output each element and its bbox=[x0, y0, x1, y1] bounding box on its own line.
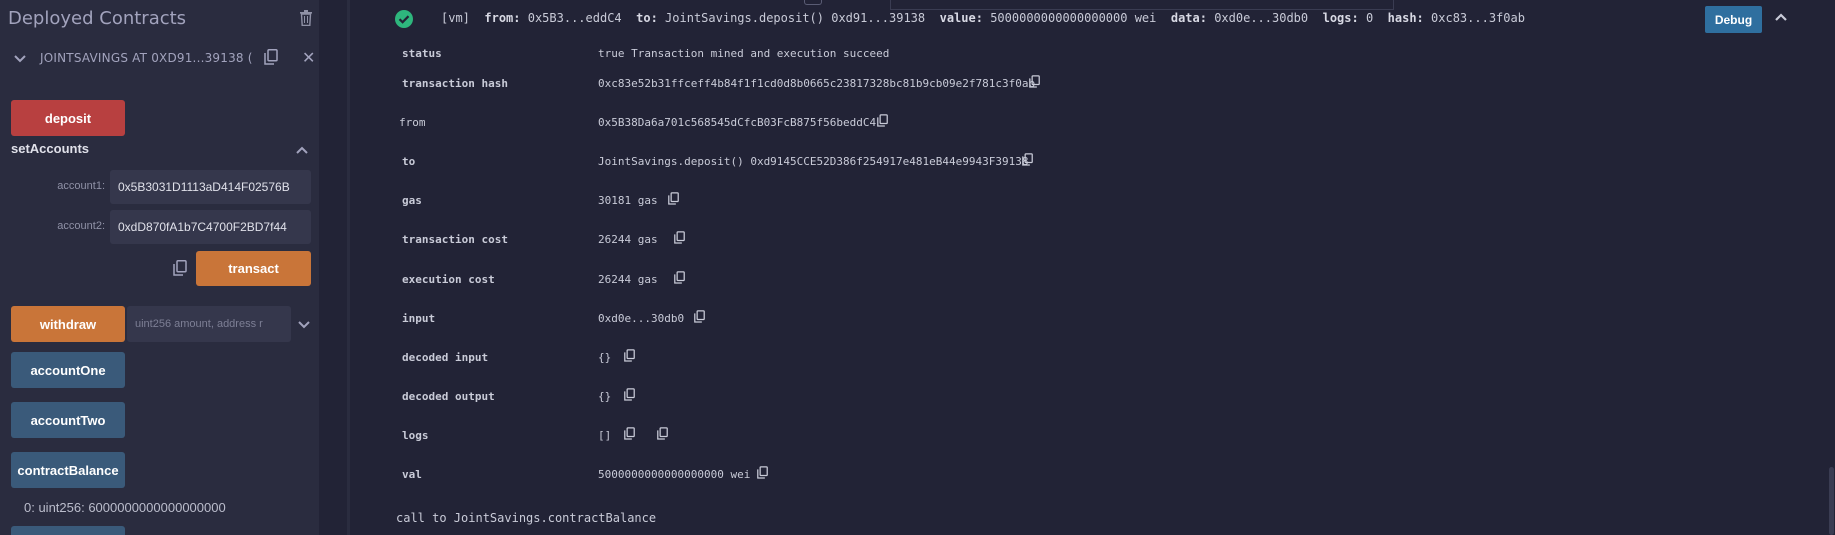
row-key-status: status bbox=[402, 47, 442, 60]
panel-divider bbox=[319, 0, 347, 535]
log-from-val: 0x5B3...eddC4 bbox=[527, 11, 622, 25]
row-key-decoded-input: decoded input bbox=[402, 351, 489, 364]
account1-label: account1: bbox=[57, 180, 105, 192]
log-logs-key: logs: bbox=[1322, 11, 1359, 25]
copy-icon[interactable] bbox=[877, 114, 888, 127]
copy-icon[interactable] bbox=[624, 427, 635, 440]
debug-button[interactable]: Debug bbox=[1705, 6, 1762, 33]
tx-log-header[interactable]: [vm] from: 0x5B3...eddC4 to: JointSaving… bbox=[441, 11, 1525, 25]
copy-icon[interactable] bbox=[624, 349, 635, 362]
log-data-val: 0xd0e...30db0 bbox=[1214, 11, 1309, 25]
row-key-logs: logs bbox=[402, 429, 429, 442]
setaccounts-title: setAccounts bbox=[11, 141, 90, 156]
row-val-input: 0xd0e...30db0 bbox=[598, 312, 685, 325]
row-val-decoded-output: {} bbox=[598, 390, 612, 403]
copy-icon[interactable] bbox=[264, 49, 278, 65]
call-log-line[interactable]: call to JointSavings.contractBalance bbox=[396, 511, 656, 525]
withdraw-button[interactable]: withdraw bbox=[11, 306, 125, 342]
top-checkbox[interactable] bbox=[804, 0, 822, 5]
log-data-key: data: bbox=[1170, 11, 1207, 25]
row-key-gas: gas bbox=[402, 194, 422, 207]
copy-icon[interactable] bbox=[694, 310, 705, 323]
row-key-to: to bbox=[402, 155, 416, 168]
row-val-from: 0x5B38Da6a701c568545dCfcB03FcB875f56bedd… bbox=[598, 116, 877, 129]
log-hash-key: hash: bbox=[1387, 11, 1424, 25]
copy-icon[interactable] bbox=[674, 231, 685, 244]
chevron-up-icon[interactable] bbox=[1774, 12, 1788, 22]
chevron-down-icon[interactable] bbox=[297, 318, 311, 332]
log-value-key: value: bbox=[939, 11, 983, 25]
account2-input[interactable]: 0xdD870fA1b7C4700F2BD7f44 bbox=[110, 210, 311, 244]
deployed-contracts-panel: Deployed Contracts JOINTSAVINGS AT 0XD91… bbox=[0, 0, 319, 535]
terminal-panel: [vm] from: 0x5B3...eddC4 to: JointSaving… bbox=[350, 0, 1835, 535]
copy-icon[interactable] bbox=[668, 192, 679, 205]
withdraw-params-input[interactable]: uint256 amount, address r bbox=[127, 306, 291, 342]
transact-button[interactable]: transact bbox=[196, 251, 311, 286]
close-icon[interactable]: ✕ bbox=[302, 50, 315, 66]
row-key-transaction-hash: transaction hash bbox=[402, 77, 508, 90]
row-val-logs: [] bbox=[598, 429, 612, 442]
log-tag: [vm] bbox=[441, 11, 470, 25]
row-val-gas: 30181 gas bbox=[598, 194, 658, 207]
chevron-down-icon[interactable] bbox=[13, 52, 27, 66]
row-key-from: from bbox=[399, 116, 426, 129]
top-search-box[interactable] bbox=[890, 0, 1394, 10]
row-val-transaction-hash: 0xc83e52b31ffceff4b84f1f1cd0d8b0665c2381… bbox=[598, 77, 1036, 90]
panel-title: Deployed Contracts bbox=[8, 8, 187, 29]
account2-label: account2: bbox=[57, 220, 105, 232]
row-key-decoded-output: decoded output bbox=[402, 390, 495, 403]
copy-icon[interactable] bbox=[657, 427, 668, 440]
next-function-button[interactable] bbox=[11, 526, 125, 535]
copy-icon[interactable] bbox=[757, 466, 768, 479]
log-hash-val: 0xc83...3f0ab bbox=[1431, 11, 1525, 25]
scrollbar-thumb[interactable] bbox=[1829, 467, 1834, 535]
contract-instance-name[interactable]: JOINTSAVINGS AT 0XD91...39138 ( bbox=[40, 51, 253, 65]
copy-icon[interactable] bbox=[173, 260, 187, 276]
row-val-decoded-input: {} bbox=[598, 351, 612, 364]
log-logs-val: 0 bbox=[1365, 11, 1374, 25]
row-val-execution-cost: 26244 gas bbox=[598, 273, 658, 286]
row-key-input: input bbox=[402, 312, 436, 325]
row-key-val: val bbox=[402, 468, 422, 481]
log-to-key: to: bbox=[636, 11, 658, 25]
copy-icon[interactable] bbox=[1029, 75, 1040, 88]
row-key-transaction-cost: transaction cost bbox=[402, 233, 508, 246]
row-key-execution-cost: execution cost bbox=[402, 273, 495, 286]
log-to-val: JointSavings.deposit() 0xd91...39138 bbox=[665, 11, 926, 25]
contractbalance-button[interactable]: contractBalance bbox=[11, 452, 125, 488]
account1-input[interactable]: 0x5B3031D1113aD414F02576B bbox=[110, 170, 311, 204]
copy-icon[interactable] bbox=[1022, 153, 1033, 166]
call-result: 0: uint256: 6000000000000000000 bbox=[24, 500, 226, 515]
accounttwo-button[interactable]: accountTwo bbox=[11, 402, 125, 438]
log-from-key: from: bbox=[484, 11, 521, 25]
deposit-button[interactable]: deposit bbox=[11, 100, 125, 136]
copy-icon[interactable] bbox=[674, 271, 685, 284]
trash-icon[interactable] bbox=[299, 10, 313, 26]
chevron-up-icon[interactable] bbox=[295, 143, 309, 157]
row-val-status: true Transaction mined and execution suc… bbox=[598, 47, 890, 60]
log-value-val: 5000000000000000000 wei bbox=[990, 11, 1157, 25]
row-val-val: 5000000000000000000 wei bbox=[598, 468, 751, 481]
accountone-button[interactable]: accountOne bbox=[11, 352, 125, 388]
row-val-transaction-cost: 26244 gas bbox=[598, 233, 658, 246]
check-circle-icon bbox=[395, 10, 413, 28]
row-val-to: JointSavings.deposit() 0xd9145CCE52D386f… bbox=[598, 155, 1029, 168]
copy-icon[interactable] bbox=[624, 388, 635, 401]
scrollbar-track[interactable] bbox=[1827, 0, 1835, 535]
